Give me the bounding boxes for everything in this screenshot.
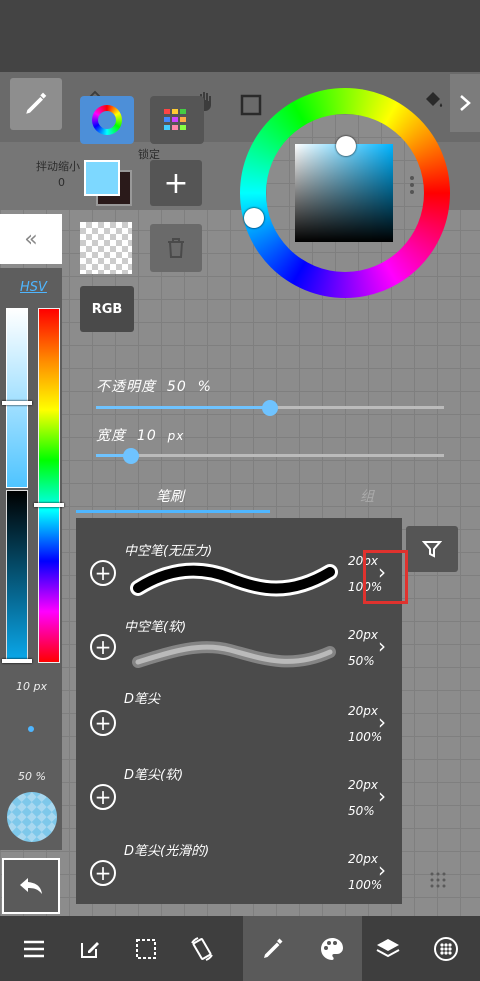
brush-size: 20px	[348, 852, 378, 866]
collapse-panel-button[interactable]: «	[0, 214, 62, 264]
undo-icon	[20, 878, 42, 894]
layers-icon	[376, 938, 400, 957]
brush-size-readout: 10 px	[16, 680, 47, 693]
brush-stroke-preview	[132, 641, 336, 668]
color-wheel-mode-button[interactable]	[80, 96, 134, 144]
transparent-color-swatch[interactable]	[80, 222, 132, 274]
brush-opacity: 50%	[348, 804, 375, 818]
rect-select-icon	[240, 94, 262, 116]
brush-size: 20px	[348, 704, 378, 718]
edit-icon	[81, 941, 99, 958]
more-icon	[434, 936, 458, 961]
chevron-left-icon: «	[24, 226, 38, 252]
expand-toolbar-button[interactable]	[450, 74, 480, 132]
rotate-icon	[191, 936, 213, 961]
brush-size-preview	[28, 726, 34, 732]
width-label: 宽度 10 px	[96, 428, 185, 444]
value-dark-slider[interactable]	[6, 490, 28, 660]
opacity-readout: 50 %	[18, 770, 46, 783]
move-shrink-label: 拌动缩小	[36, 160, 80, 173]
sv-knob[interactable]	[336, 136, 356, 156]
highlight-box	[363, 550, 408, 604]
active-tab-indicator	[76, 510, 270, 513]
selection-icon	[136, 938, 156, 959]
hue-thumb[interactable]	[34, 503, 64, 507]
brush-opacity: 50%	[348, 654, 375, 668]
hsv-mode-label[interactable]: HSV	[20, 280, 47, 295]
nav-palette-button[interactable]	[302, 916, 362, 981]
value-light-slider[interactable]	[6, 308, 28, 488]
brush-list: + 中空笔(无压力) 20px 100% › + 中空笔(软) 20px 50%…	[76, 518, 402, 904]
brush-name: D笔尖(软)	[124, 768, 184, 783]
width-value: 10	[136, 428, 157, 444]
rgb-mode-button[interactable]: RGB	[80, 286, 134, 332]
add-brush-icon[interactable]: +	[90, 784, 116, 810]
brush-item-hollow-nopressure[interactable]: + 中空笔(无压力) 20px 100% ›	[76, 536, 402, 610]
chevron-right-icon[interactable]: ›	[378, 858, 386, 882]
hue-slider[interactable]	[38, 308, 60, 663]
more-button[interactable]	[416, 916, 476, 981]
layers-button[interactable]	[358, 916, 418, 981]
edit-button[interactable]	[60, 916, 120, 981]
chevron-right-icon[interactable]: ›	[378, 710, 386, 734]
brush-name: 中空笔(无压力)	[124, 544, 213, 559]
palette-grid-icon	[164, 109, 186, 130]
opacity-slider-fill	[96, 406, 270, 409]
bucket-tool-button[interactable]	[418, 86, 448, 116]
tab-groups[interactable]: 组	[360, 486, 374, 506]
selection-button[interactable]	[116, 916, 176, 981]
menu-button[interactable]	[4, 916, 64, 981]
brush-name: D笔尖	[124, 692, 161, 707]
brush-name: D笔尖(光滑的)	[124, 844, 210, 859]
status-area	[0, 0, 480, 72]
value-dark-thumb[interactable]	[2, 659, 32, 663]
color-wheel-icon	[92, 105, 122, 135]
hue-knob[interactable]	[244, 208, 264, 228]
brush-size: 20px	[348, 778, 378, 792]
rect-select-tool-button[interactable]	[236, 90, 266, 120]
brush-item-d-pen[interactable]: + D笔尖 20px 100% ›	[76, 686, 402, 760]
menu-icon	[24, 940, 44, 957]
opacity-value: 50	[166, 379, 187, 395]
value-light-thumb[interactable]	[2, 401, 32, 405]
brush-filter-button[interactable]	[406, 526, 458, 572]
brush-item-d-pen-smooth[interactable]: + D笔尖(光滑的) 20px 100% ›	[76, 836, 402, 910]
grid-handle-icon[interactable]	[430, 872, 446, 888]
undo-button[interactable]	[2, 858, 60, 914]
chevron-right-icon	[460, 95, 471, 111]
pen-icon	[26, 92, 47, 114]
add-color-button[interactable]: +	[150, 160, 202, 206]
opacity-slider-thumb[interactable]	[262, 400, 278, 416]
add-brush-icon[interactable]: +	[90, 560, 116, 586]
brush-item-d-pen-soft[interactable]: + D笔尖(软) 20px 50% ›	[76, 762, 402, 836]
bucket-icon	[426, 92, 443, 107]
brush-stroke-preview	[130, 562, 338, 597]
foreground-color-swatch[interactable]	[84, 160, 120, 196]
palette-mode-button[interactable]	[150, 96, 204, 144]
add-brush-icon[interactable]: +	[90, 710, 116, 736]
pen-tool-button[interactable]	[10, 78, 62, 130]
pen-icon	[264, 938, 283, 958]
chevron-right-icon[interactable]: ›	[378, 634, 386, 658]
add-brush-icon[interactable]: +	[90, 634, 116, 660]
filter-icon	[422, 541, 442, 558]
add-brush-icon[interactable]: +	[90, 860, 116, 886]
delete-color-button[interactable]	[150, 224, 202, 272]
more-options-icon[interactable]	[410, 176, 414, 194]
nav-pen-button[interactable]	[243, 916, 303, 981]
rotate-button[interactable]	[172, 916, 232, 981]
tab-brushes[interactable]: 笔刷	[156, 486, 184, 506]
opacity-label: 不透明度 50 %	[96, 379, 212, 395]
brush-item-hollow-soft[interactable]: + 中空笔(软) 20px 50% ›	[76, 612, 402, 686]
brush-preview-circle	[7, 792, 57, 842]
trash-icon	[168, 238, 184, 258]
width-slider-thumb[interactable]	[122, 448, 139, 464]
width-slider-track[interactable]	[96, 454, 444, 457]
saturation-value-square[interactable]	[295, 144, 393, 242]
zero-label: 0	[58, 176, 65, 189]
palette-icon	[321, 937, 343, 960]
chevron-right-icon[interactable]: ›	[378, 784, 386, 808]
brush-size: 20px	[348, 628, 378, 642]
